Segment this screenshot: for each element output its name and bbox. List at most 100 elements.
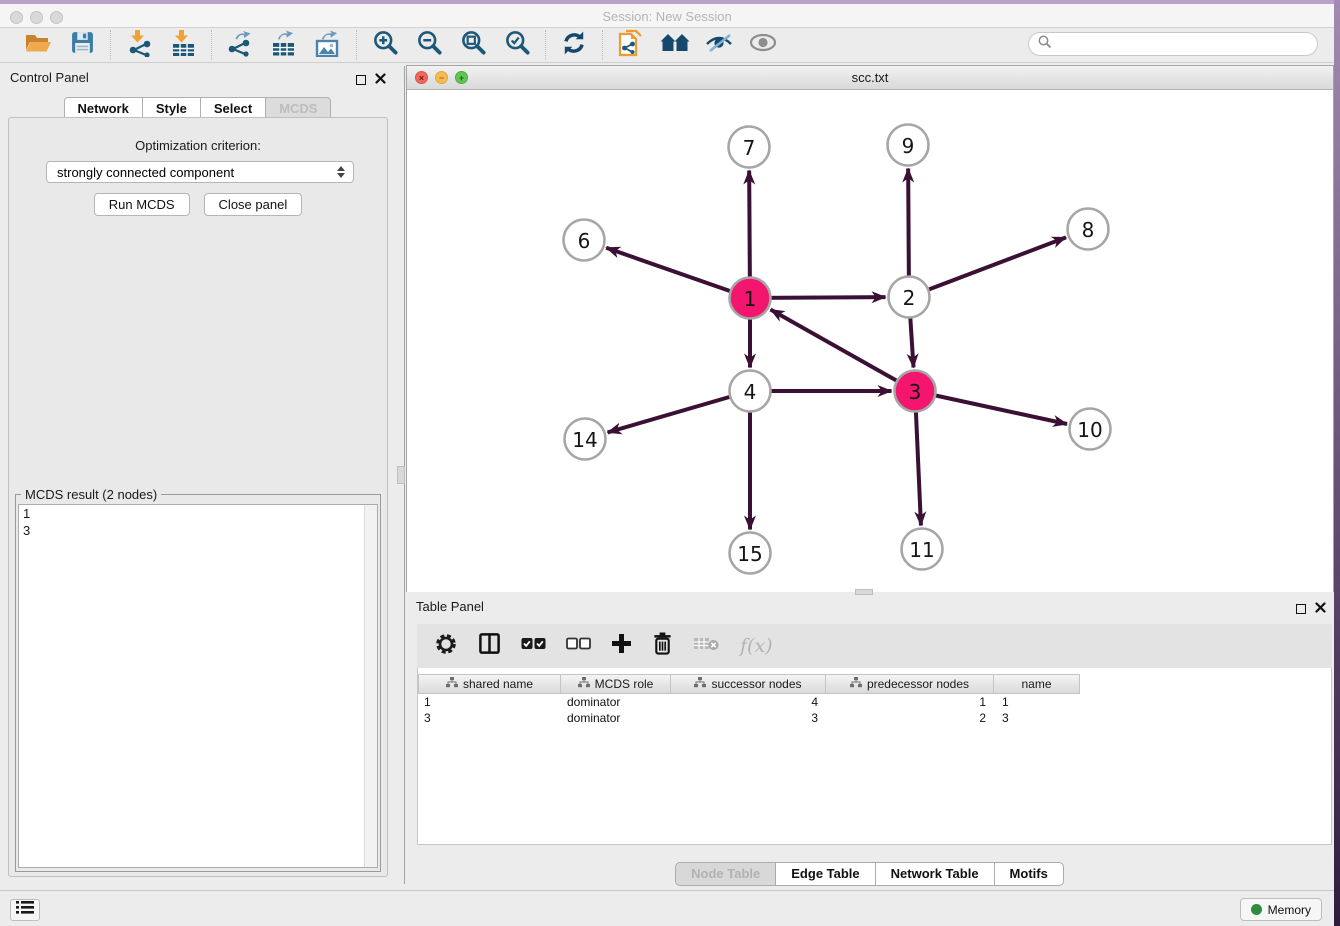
unselect-all-columns-button[interactable] [566, 631, 591, 661]
table-cell: 2 [826, 710, 994, 726]
table-row[interactable]: 3dominator323 [418, 710, 1331, 726]
status-bar: Memory [0, 890, 1334, 926]
close-panel-button[interactable]: Close panel [204, 193, 303, 216]
network-title: scc.txt [407, 70, 1333, 85]
svg-text:14: 14 [572, 428, 597, 452]
float-panel-icon[interactable] [356, 75, 366, 85]
refresh-icon [561, 30, 587, 61]
graph-edge-3-1[interactable] [770, 310, 915, 391]
table-row[interactable]: 1dominator411 [418, 694, 1331, 710]
hide-graphics-details-button[interactable] [704, 30, 734, 60]
search-input[interactable] [1057, 37, 1317, 52]
table-cell: 4 [671, 694, 826, 710]
export-network-icon [226, 29, 254, 62]
show-graphics-details-button[interactable] [748, 30, 778, 60]
export-network-button[interactable] [225, 30, 255, 60]
graph-node-10[interactable]: 10 [1070, 409, 1111, 450]
graph-node-11[interactable]: 11 [902, 529, 943, 570]
columns-icon [478, 632, 501, 660]
graph-node-15[interactable]: 15 [730, 533, 771, 574]
export-table-button[interactable] [269, 30, 299, 60]
search-box[interactable] [1028, 32, 1318, 56]
save-session-button[interactable] [67, 30, 97, 60]
table-header-row: shared nameMCDS rolesuccessor nodesprede… [418, 674, 1080, 694]
import-network-button[interactable] [124, 30, 154, 60]
graph-edge-3-10[interactable] [915, 391, 1067, 424]
close-table-panel-icon[interactable] [1315, 600, 1326, 618]
splitter-handle[interactable] [397, 466, 405, 484]
graph-edge-2-8[interactable] [909, 237, 1066, 297]
graph-node-9[interactable]: 9 [888, 125, 929, 166]
svg-text:4: 4 [744, 380, 757, 404]
graph-node-1[interactable]: 1 [730, 278, 771, 319]
main-toolbar [0, 28, 1334, 63]
svg-text:1: 1 [744, 287, 757, 311]
graph-edge-1-6[interactable] [606, 248, 750, 298]
export-image-button[interactable] [313, 30, 343, 60]
table-tab-network-table[interactable]: Network Table [875, 862, 995, 886]
show-columns-button[interactable] [478, 631, 501, 661]
svg-text:2: 2 [903, 286, 916, 310]
zoom-out-button[interactable] [414, 30, 444, 60]
task-history-button[interactable] [10, 899, 40, 921]
svg-text:3: 3 [909, 380, 922, 404]
table-cell: 1 [994, 694, 1080, 710]
list-icon [16, 900, 34, 920]
float-table-panel-icon[interactable] [1296, 604, 1306, 614]
import-network-icon [126, 29, 153, 62]
table-tab-node-table[interactable]: Node Table [675, 862, 776, 886]
memory-label: Memory [1268, 903, 1311, 917]
column-header-name[interactable]: name [994, 674, 1080, 694]
control-panel: Control Panel NetworkStyleSelectMCDS Opt… [0, 66, 396, 884]
import-table-button[interactable] [168, 30, 198, 60]
table-cell: dominator [561, 694, 671, 710]
zoom-out-icon [416, 29, 443, 61]
column-header-shared-name[interactable]: shared name [418, 674, 561, 694]
svg-text:7: 7 [743, 136, 756, 160]
refresh-button[interactable] [559, 30, 589, 60]
table-tab-edge-table[interactable]: Edge Table [775, 862, 875, 886]
column-header-successor-nodes[interactable]: successor nodes [671, 674, 826, 694]
graph-node-2[interactable]: 2 [889, 277, 930, 318]
table-settings-button[interactable] [434, 631, 458, 661]
panel-splitter[interactable] [396, 66, 406, 884]
function-builder-button[interactable]: f(x) [740, 631, 773, 661]
column-header-predecessor-nodes[interactable]: predecessor nodes [826, 674, 994, 694]
graph-node-7[interactable]: 7 [729, 127, 770, 168]
first-neighbors-button[interactable] [616, 30, 646, 60]
delete-columns-button[interactable] [652, 631, 673, 661]
open-session-button[interactable] [23, 30, 53, 60]
select-all-columns-button[interactable] [521, 631, 546, 661]
optimization-select[interactable]: strongly connected component [46, 161, 354, 183]
memory-button[interactable]: Memory [1240, 898, 1322, 921]
create-column-button[interactable] [611, 631, 632, 661]
desktop-edge [0, 0, 1340, 4]
column-header-mcds-role[interactable]: MCDS role [561, 674, 671, 694]
close-panel-icon[interactable] [375, 71, 386, 89]
network-canvas[interactable]: 7 9 6 8 1 2 4 3 14 10 15 11 [407, 90, 1333, 592]
table-tab-motifs[interactable]: Motifs [994, 862, 1064, 886]
first-neighbors-icon [618, 29, 644, 62]
table-cell: 3 [994, 710, 1080, 726]
export-image-icon [314, 29, 343, 62]
result-line: 3 [19, 522, 377, 539]
network-titlebar[interactable]: × − + scc.txt [407, 66, 1333, 90]
network-overview-button[interactable] [660, 30, 690, 60]
zoom-in-button[interactable] [370, 30, 400, 60]
zoom-fit-button[interactable] [458, 30, 488, 60]
graph-node-14[interactable]: 14 [565, 419, 606, 460]
delete-table-button[interactable] [693, 631, 720, 661]
result-scrollbar[interactable] [364, 505, 377, 867]
zoom-selected-button[interactable] [502, 30, 532, 60]
graph-node-3[interactable]: 3 [895, 371, 936, 412]
graph-edge-4-14[interactable] [608, 391, 750, 432]
optimization-select-value: strongly connected component [57, 165, 337, 180]
trash-icon [652, 631, 673, 661]
run-mcds-button[interactable]: Run MCDS [94, 193, 190, 216]
graph-node-4[interactable]: 4 [730, 371, 771, 412]
graph-node-8[interactable]: 8 [1068, 209, 1109, 250]
table-body: 1dominator4113dominator323 [418, 694, 1331, 726]
open-folder-icon [24, 31, 52, 60]
mcds-result-list[interactable]: 13 [18, 504, 378, 868]
graph-node-6[interactable]: 6 [564, 220, 605, 261]
